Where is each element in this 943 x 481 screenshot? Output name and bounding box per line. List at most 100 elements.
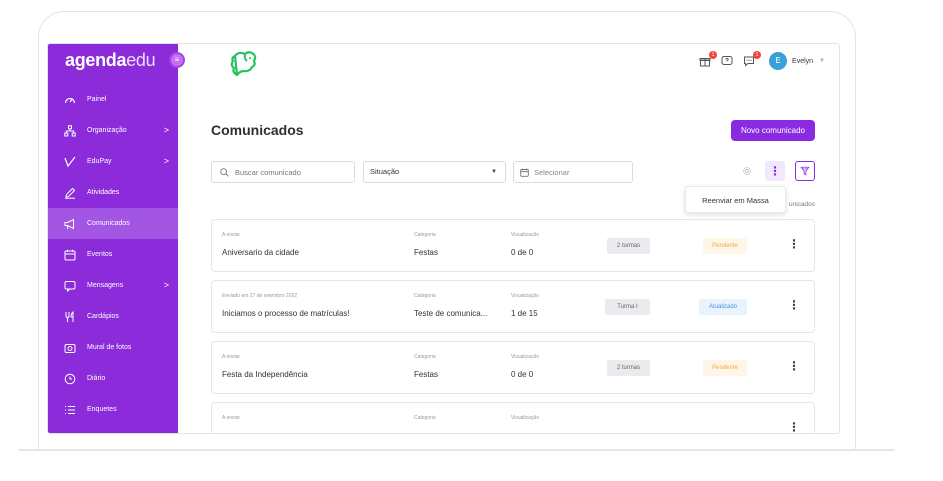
clock-icon — [63, 372, 77, 386]
main-content: Comunicados Novo comunicado Situação ▼ S… — [178, 84, 839, 433]
app-screen: agendaedu Painel Organização > EduPay > … — [47, 43, 840, 434]
settings-button[interactable] — [737, 161, 757, 181]
status-label: A enviar — [222, 415, 241, 421]
search-icon — [220, 167, 229, 177]
search-input[interactable] — [235, 167, 345, 177]
more-options-button[interactable]: ⋮ — [765, 161, 785, 181]
filter-icon — [800, 166, 810, 176]
camera-icon — [63, 341, 77, 355]
announcement-card[interactable]: Enviado em 27 de setembro 2022 Iniciamos… — [211, 280, 815, 333]
filter-bar: Situação ▼ Selecionar ⋮ — [211, 161, 815, 183]
status-label: A enviar — [222, 232, 241, 238]
date-placeholder: Selecionar — [534, 167, 570, 177]
card-menu-button[interactable]: ⋮ — [788, 298, 800, 312]
sidebar-item-edupay[interactable]: EduPay > — [48, 146, 178, 177]
header-actions: 1 1 E Evelyn ▼ — [697, 51, 825, 70]
sidebar-item-label: Eventos — [87, 251, 113, 258]
utensils-icon — [63, 310, 77, 324]
category-label: Categoria — [414, 354, 436, 360]
sidebar-item-label: Mensagens — [87, 282, 124, 289]
sidebar-nav: Painel Organização > EduPay > Atividades… — [48, 84, 178, 425]
chat-icon[interactable]: 1 — [741, 51, 762, 69]
new-announcement-button[interactable]: Novo comunicado — [730, 120, 815, 141]
chevron-down-icon[interactable]: ▼ — [819, 58, 825, 64]
chevron-right-icon: > — [163, 280, 169, 290]
date-picker[interactable]: Selecionar — [513, 161, 633, 183]
status-label: Enviado em 27 de setembro 2022 — [222, 293, 298, 299]
sidebar-item-comunicados[interactable]: Comunicados — [48, 208, 178, 239]
list-icon — [63, 403, 77, 417]
views-value: 0 de 0 — [511, 370, 534, 379]
sidebar-item-label: EduPay — [87, 158, 112, 165]
situacao-label: Situação — [370, 167, 400, 176]
notification-badge: 1 — [753, 51, 762, 59]
sidebar-item-cardapios[interactable]: Cardápios — [48, 301, 178, 332]
announcement-title: Iniciamos o processo de matrículas! — [222, 309, 350, 318]
kebab-icon: ⋮ — [769, 164, 781, 178]
sidebar-item-label: Mural de fotos — [87, 344, 132, 351]
turma-chip: 2 turmas — [607, 360, 650, 376]
category-value: Festas — [414, 248, 439, 257]
bulk-resend-menu-item[interactable]: Reenviar em Massa — [685, 186, 786, 213]
status-badge: Pendente — [703, 238, 747, 254]
megaphone-icon — [63, 217, 77, 231]
page-title: Comunicados — [211, 122, 304, 138]
filter-button[interactable] — [795, 161, 815, 181]
device-base — [18, 449, 895, 451]
views-label: Visualização — [511, 354, 539, 360]
sidebar-item-painel[interactable]: Painel — [48, 84, 178, 115]
status-badge: Pendente — [703, 360, 747, 376]
views-label: Visualização — [511, 415, 539, 421]
caret-down-icon: ▼ — [491, 169, 497, 175]
status-label: A enviar — [222, 354, 241, 360]
views-label: Visualização — [511, 293, 539, 299]
announcement-card[interactable]: A enviar Aniversario da cidade Categoria… — [211, 219, 815, 272]
chevron-right-icon: > — [163, 156, 169, 166]
sidebar-item-enquetes[interactable]: Enquetes — [48, 394, 178, 425]
announcement-title: Festa da Independência — [222, 370, 308, 379]
chevron-right-icon: > — [163, 125, 169, 135]
sidebar-item-label: Organização — [87, 127, 127, 134]
avatar[interactable]: E — [769, 52, 788, 70]
message-icon — [63, 279, 77, 293]
category-label: Categoria — [414, 415, 436, 421]
topbar: 1 1 E Evelyn ▼ — [178, 44, 839, 84]
gear-icon — [742, 166, 752, 176]
search-box[interactable] — [211, 161, 355, 183]
card-menu-button[interactable]: ⋮ — [788, 420, 800, 433]
results-count: unicados — [788, 201, 815, 208]
sidebar-item-mural-de-fotos[interactable]: Mural de fotos — [48, 332, 178, 363]
announcement-card[interactable]: A enviar Festa da Independência Categori… — [211, 341, 815, 394]
views-label: Visualização — [511, 232, 539, 238]
gauge-icon — [63, 93, 77, 107]
help-icon[interactable] — [719, 53, 735, 69]
category-label: Categoria — [414, 232, 436, 238]
turma-chip: Turma I — [605, 299, 650, 315]
sidebar-item-label: Comunicados — [87, 220, 130, 227]
status-badge: Atualizado — [699, 299, 747, 315]
sidebar-item-eventos[interactable]: Eventos — [48, 239, 178, 270]
notification-badge: 1 — [709, 51, 718, 59]
user-name[interactable]: Evelyn — [792, 58, 813, 65]
sidebar-item-label: Cardápios — [87, 313, 119, 320]
org-chart-icon — [63, 124, 77, 138]
card-menu-button[interactable]: ⋮ — [788, 359, 800, 373]
brand-logo[interactable]: agendaedu — [65, 50, 156, 71]
sidebar-item-organizacao[interactable]: Organização > — [48, 115, 178, 146]
situacao-select[interactable]: Situação ▼ — [363, 161, 506, 183]
sidebar-item-mensagens[interactable]: Mensagens > — [48, 270, 178, 301]
sidebar-item-label: Painel — [87, 96, 107, 103]
announcement-title: Aniversario da cidade — [222, 248, 299, 257]
sidebar-item-label: Enquetes — [87, 406, 117, 413]
sidebar-item-atividades[interactable]: Atividades — [48, 177, 178, 208]
card-menu-button[interactable]: ⋮ — [788, 237, 800, 251]
views-value: 0 de 0 — [511, 248, 534, 257]
category-label: Categoria — [414, 293, 436, 299]
gift-icon[interactable]: 1 — [697, 51, 718, 69]
category-value: Teste de comunica... — [414, 309, 488, 318]
elephant-logo-icon[interactable] — [226, 50, 262, 83]
sidebar-item-diario[interactable]: Diário — [48, 363, 178, 394]
announcement-card[interactable]: A enviar Categoria Visualização ⋮ — [211, 402, 815, 433]
sidebar: agendaedu Painel Organização > EduPay > … — [48, 44, 178, 433]
views-value: 1 de 15 — [511, 309, 538, 318]
